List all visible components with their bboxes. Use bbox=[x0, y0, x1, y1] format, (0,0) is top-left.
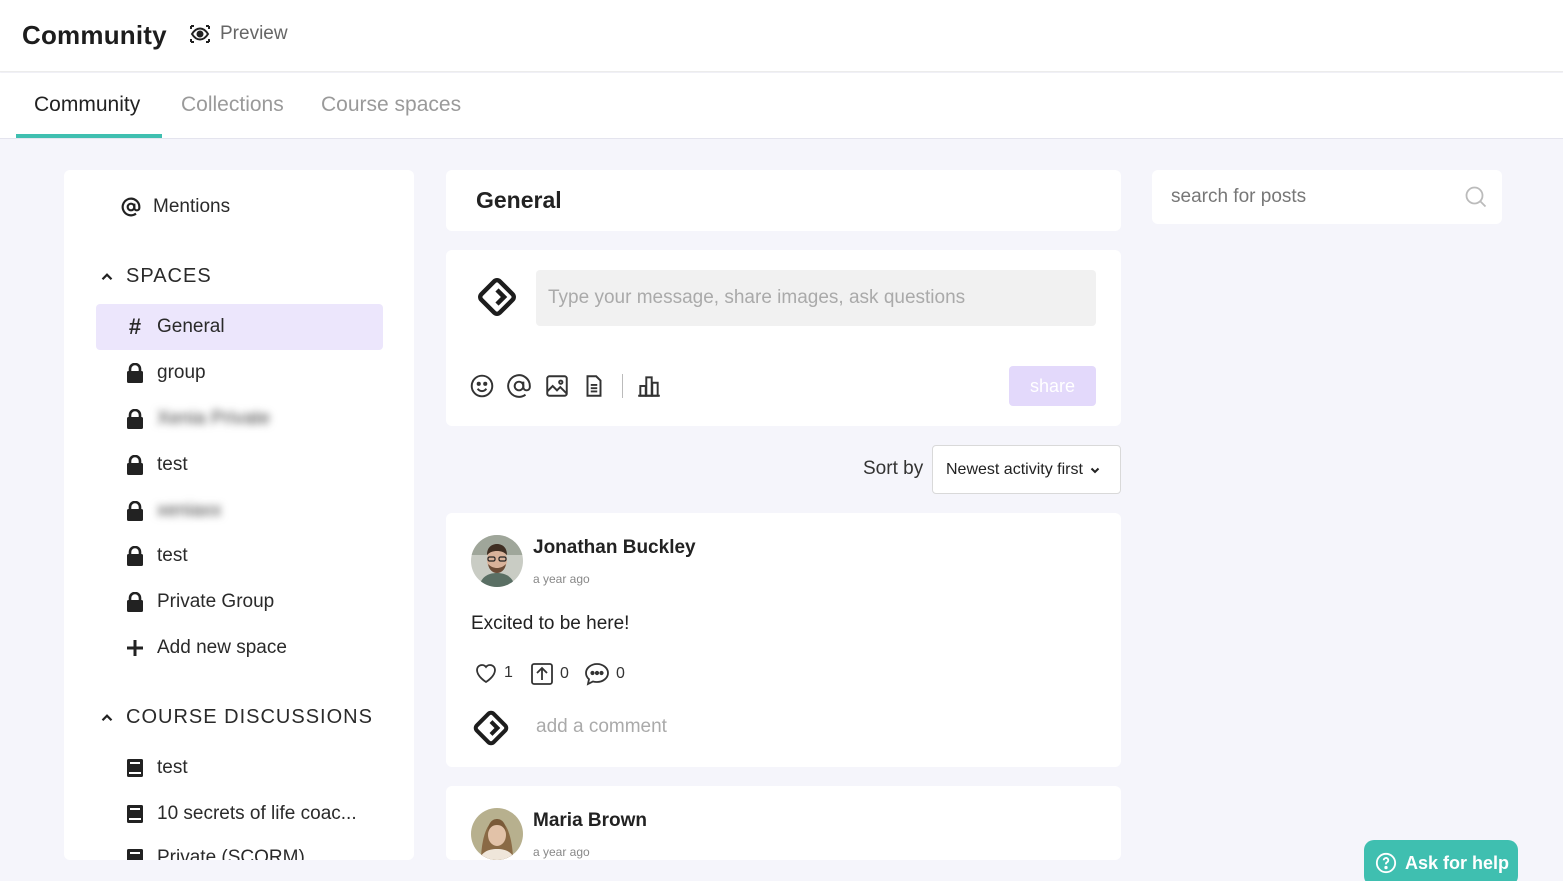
tab-community[interactable]: Community bbox=[34, 93, 140, 117]
tab-course-spaces[interactable]: Course spaces bbox=[321, 93, 461, 117]
post-time: a year ago bbox=[533, 845, 590, 859]
post-card: Maria Brown a year ago bbox=[446, 786, 1121, 860]
sidebar-item-group[interactable]: group bbox=[96, 350, 383, 396]
brand-logo-icon bbox=[478, 278, 516, 316]
eye-icon bbox=[190, 25, 210, 43]
poll-icon[interactable] bbox=[636, 373, 662, 399]
post-composer: Type your message, share images, ask que… bbox=[446, 250, 1121, 426]
sort-selected-value: Newest activity first bbox=[946, 460, 1083, 478]
help-label: Ask for help bbox=[1405, 852, 1510, 873]
share-post-button[interactable]: 0 bbox=[530, 662, 569, 686]
like-button[interactable]: 1 bbox=[474, 662, 513, 684]
post-body: Excited to be here! bbox=[471, 613, 630, 634]
emoji-icon[interactable] bbox=[469, 373, 495, 399]
comment-input[interactable]: add a comment bbox=[536, 716, 667, 738]
search-placeholder: search for posts bbox=[1171, 186, 1307, 207]
post-time: a year ago bbox=[533, 572, 590, 586]
sidebar-item-course-private-scorm[interactable]: Private (SCORM) bbox=[96, 835, 383, 860]
lock-icon bbox=[124, 500, 146, 522]
post-card: Jonathan Buckley a year ago Excited to b… bbox=[446, 513, 1121, 767]
sidebar-item-label: General bbox=[157, 316, 225, 337]
sidebar-item-label: test bbox=[157, 757, 188, 778]
spaces-section-toggle[interactable]: SPACES bbox=[96, 265, 212, 288]
sidebar-item-course-test[interactable]: test bbox=[96, 745, 383, 791]
course-discussions-section-toggle[interactable]: COURSE DISCUSSIONS bbox=[96, 706, 373, 729]
sidebar-item-label: test bbox=[157, 454, 188, 475]
lock-icon bbox=[124, 545, 146, 567]
chevron-down-icon bbox=[1090, 467, 1100, 473]
lock-icon bbox=[124, 362, 146, 384]
add-new-space-button[interactable]: Add new space bbox=[96, 625, 383, 671]
sort-select[interactable]: Newest activity first bbox=[932, 445, 1121, 494]
sidebar-item-label: Private Group bbox=[157, 591, 275, 612]
sidebar-item-label: Xenia Private bbox=[157, 408, 271, 429]
avatar[interactable] bbox=[471, 808, 523, 860]
sidebar-item-xeniaxx[interactable]: xeniaxx bbox=[96, 488, 383, 534]
image-icon[interactable] bbox=[544, 373, 570, 399]
comment-bubble-icon bbox=[585, 663, 609, 686]
post-author[interactable]: Maria Brown bbox=[533, 810, 647, 832]
space-title: General bbox=[476, 187, 562, 213]
lock-icon bbox=[124, 408, 146, 430]
sidebar-item-label: test bbox=[157, 545, 188, 566]
sort-label: Sort by bbox=[863, 458, 924, 479]
sidebar-item-label: Private (SCORM) bbox=[157, 847, 305, 860]
mention-icon[interactable] bbox=[506, 373, 532, 399]
upload-icon bbox=[531, 663, 553, 685]
ask-for-help-button[interactable]: Ask for help bbox=[1364, 840, 1518, 881]
post-author[interactable]: Jonathan Buckley bbox=[533, 537, 696, 559]
top-header: Community Preview bbox=[0, 0, 1563, 72]
preview-label: Preview bbox=[220, 23, 288, 44]
book-icon bbox=[124, 803, 146, 825]
search-posts-input[interactable]: search for posts bbox=[1152, 170, 1502, 224]
comment-count: 0 bbox=[616, 665, 625, 682]
sidebar-item-test-2[interactable]: test bbox=[96, 533, 383, 579]
sidebar-item-label: Mentions bbox=[153, 196, 231, 217]
search-icon bbox=[1465, 186, 1487, 208]
book-icon bbox=[124, 757, 146, 779]
sidebar-item-course-life-coaching[interactable]: 10 secrets of life coac... bbox=[96, 791, 383, 837]
comment-button[interactable]: 0 bbox=[584, 662, 625, 686]
tab-collections[interactable]: Collections bbox=[181, 93, 284, 117]
space-header: General bbox=[446, 170, 1121, 231]
plus-icon bbox=[124, 637, 146, 659]
sidebar-item-private-group[interactable]: Private Group bbox=[96, 579, 383, 625]
sidebar: Mentions SPACES # General group Xenia Pr… bbox=[64, 170, 414, 860]
spaces-heading: SPACES bbox=[126, 265, 212, 287]
message-input[interactable]: Type your message, share images, ask que… bbox=[536, 270, 1096, 326]
document-icon[interactable] bbox=[581, 373, 607, 399]
avatar[interactable] bbox=[471, 535, 523, 587]
sidebar-item-label: xeniaxx bbox=[157, 500, 222, 521]
app-title: Community bbox=[22, 20, 167, 50]
tab-bar: Community Collections Course spaces bbox=[0, 73, 1563, 139]
sidebar-item-label: group bbox=[157, 362, 206, 383]
sidebar-item-xenia-private[interactable]: Xenia Private bbox=[96, 396, 383, 442]
toolbar-divider bbox=[622, 374, 623, 398]
sidebar-item-test[interactable]: test bbox=[96, 442, 383, 488]
book-icon bbox=[124, 847, 146, 860]
sidebar-item-label: Add new space bbox=[157, 637, 287, 658]
chevron-up-icon bbox=[101, 272, 113, 280]
brand-logo-icon bbox=[473, 710, 509, 746]
share-button[interactable]: share bbox=[1009, 366, 1096, 406]
heart-icon bbox=[476, 664, 496, 684]
sidebar-item-label: 10 secrets of life coac... bbox=[157, 803, 357, 824]
lock-icon bbox=[124, 454, 146, 476]
sidebar-item-mentions[interactable]: Mentions bbox=[96, 184, 383, 230]
preview-button[interactable]: Preview bbox=[188, 22, 288, 46]
lock-icon bbox=[124, 591, 146, 613]
share-count: 0 bbox=[560, 665, 569, 682]
course-discussions-heading: COURSE DISCUSSIONS bbox=[126, 706, 373, 728]
sidebar-item-general[interactable]: # General bbox=[96, 304, 383, 350]
help-circle-icon bbox=[1375, 852, 1397, 874]
like-count: 1 bbox=[504, 664, 513, 681]
active-tab-indicator bbox=[16, 134, 162, 138]
hash-icon: # bbox=[128, 314, 142, 339]
chevron-up-icon bbox=[101, 713, 113, 721]
at-icon bbox=[120, 196, 142, 218]
